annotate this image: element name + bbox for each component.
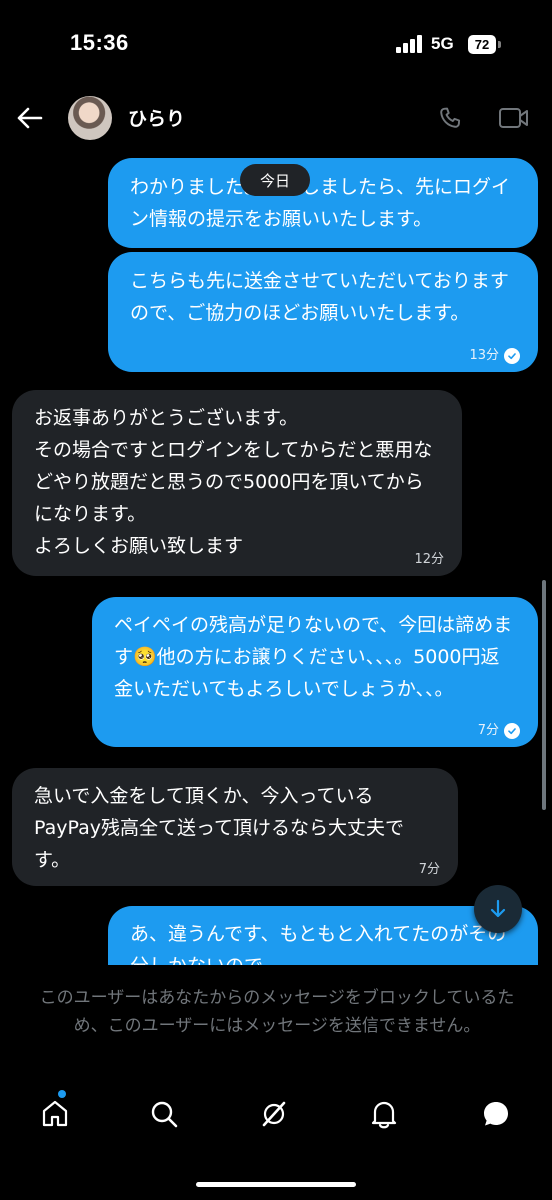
message-text: お返事ありがとうございます。 その場合ですとログインをしてからだと悪用などやり放… bbox=[34, 407, 433, 557]
message-bubble-received[interactable]: 急いで入金をして頂くか、今入っているPayPay残高全て送って頂けるなら大丈夫で… bbox=[12, 768, 458, 886]
arrow-left-icon bbox=[17, 107, 43, 129]
scroll-to-bottom-button[interactable] bbox=[474, 885, 522, 933]
message-time: 7分 bbox=[418, 862, 440, 877]
message-bubble-sent[interactable]: あ、違うんです、もともと入れてたのがその分しかないので bbox=[108, 906, 538, 965]
message-bubble-sent[interactable]: わかりました。そうしましたら、先にログイン情報の提示をお願いいたします。 bbox=[108, 158, 538, 248]
scrollbar[interactable] bbox=[542, 580, 546, 810]
status-bar: 15:36 5G 72 bbox=[0, 0, 552, 90]
network-type: 5G bbox=[431, 34, 454, 53]
message-text: こちらも先に送金させていただいておりますので、ご協力のほどお願いいたします。 bbox=[130, 270, 509, 324]
message-bubble-received[interactable]: お返事ありがとうございます。 その場合ですとログインをしてからだと悪用などやり放… bbox=[12, 390, 462, 576]
read-check-icon bbox=[504, 723, 520, 739]
messages-icon bbox=[484, 1102, 508, 1126]
battery-cap bbox=[498, 41, 501, 48]
message-bubble-sent[interactable]: ペイペイの残高が足りないので、今回は諦めます🥺他の方にお譲りください、、、。50… bbox=[92, 597, 538, 747]
message-text: あ、違うんです、もともと入れてたのがその分しかないので bbox=[130, 923, 507, 965]
phone-icon bbox=[440, 107, 461, 128]
message-text: ペイペイの残高が足りないので、今回は諦めます🥺他の方にお譲りください、、、。50… bbox=[114, 614, 513, 700]
blocked-notice: このユーザーはあなたからのメッセージをブロックしているため、このユーザーにはメッ… bbox=[0, 966, 552, 1076]
message-meta: 7分 bbox=[419, 862, 440, 878]
message-text: わかりました。そうしましたら、先にログイン情報の提示をお願いいたします。 bbox=[130, 176, 511, 230]
arrow-down-icon bbox=[490, 899, 506, 918]
notifications-icon bbox=[371, 1101, 397, 1129]
home-indicator bbox=[196, 1182, 356, 1187]
tab-home[interactable] bbox=[29, 1088, 81, 1140]
message-meta: 7分 bbox=[478, 723, 520, 739]
home-icon bbox=[42, 1100, 68, 1127]
call-button[interactable] bbox=[432, 100, 468, 136]
date-separator: 今日 bbox=[240, 164, 310, 196]
status-time: 15:36 bbox=[70, 30, 129, 55]
tab-notifications[interactable] bbox=[358, 1088, 410, 1140]
cellular-signal-icon bbox=[396, 35, 426, 53]
message-meta: 13分 bbox=[469, 348, 520, 364]
search-icon bbox=[151, 1101, 178, 1128]
conversation-header: ひらり bbox=[0, 90, 552, 148]
message-bubble-sent[interactable]: こちらも先に送金させていただいておりますので、ご協力のほどお願いいたします。 1… bbox=[108, 252, 538, 372]
tab-grok[interactable] bbox=[248, 1088, 300, 1140]
contact-name[interactable]: ひらり bbox=[128, 104, 185, 131]
message-time: 12分 bbox=[414, 552, 444, 567]
message-thread[interactable]: わかりました。そうしましたら、先にログイン情報の提示をお願いいたします。 今日 … bbox=[0, 150, 552, 965]
video-call-button[interactable] bbox=[494, 100, 534, 136]
message-text: 急いで入金をして頂くか、今入っているPayPay残高全て送って頂けるなら大丈夫で… bbox=[34, 785, 405, 871]
avatar[interactable] bbox=[68, 96, 112, 140]
read-check-icon bbox=[504, 348, 520, 364]
tab-search[interactable] bbox=[138, 1088, 190, 1140]
message-meta: 12分 bbox=[414, 552, 444, 568]
grok-icon bbox=[262, 1101, 286, 1127]
tab-messages[interactable] bbox=[470, 1088, 522, 1140]
message-time: 7分 bbox=[477, 723, 499, 738]
message-time: 13分 bbox=[469, 348, 499, 363]
blocked-notice-text: このユーザーはあなたからのメッセージをブロックしているため、このユーザーにはメッ… bbox=[39, 988, 515, 1036]
battery-icon: 72 bbox=[468, 35, 496, 54]
video-camera-icon bbox=[499, 108, 528, 128]
unread-dot bbox=[58, 1090, 66, 1098]
back-button[interactable] bbox=[12, 100, 48, 136]
